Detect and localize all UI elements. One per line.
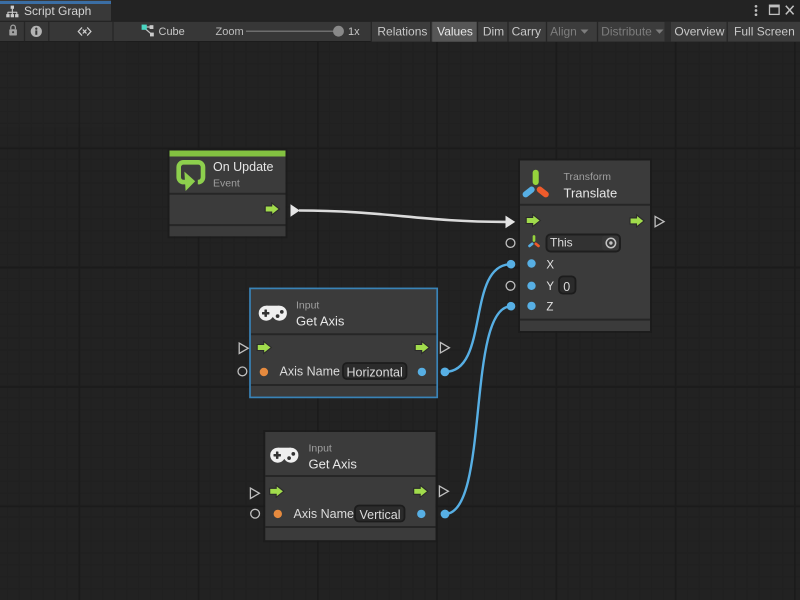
svg-text:Input: Input [296, 299, 319, 311]
svg-text:Get Axis: Get Axis [309, 456, 358, 471]
svg-text:Z: Z [546, 301, 553, 313]
svg-text:0: 0 [563, 280, 570, 294]
svg-text:Relations: Relations [377, 24, 427, 38]
svg-text:This: This [550, 236, 573, 250]
svg-text:Zoom: Zoom [216, 26, 244, 38]
svg-text:Vertical: Vertical [360, 508, 401, 522]
svg-text:On Update: On Update [213, 160, 274, 174]
svg-text:Translate: Translate [564, 185, 618, 200]
svg-text:Cube: Cube [159, 26, 185, 38]
svg-text:Carry: Carry [512, 24, 541, 38]
svg-text:Y: Y [546, 281, 554, 293]
svg-text:Axis Name: Axis Name [280, 364, 340, 378]
svg-text:Horizontal: Horizontal [347, 366, 403, 380]
svg-text:Align: Align [550, 24, 577, 38]
svg-text:Values: Values [437, 24, 473, 38]
svg-text:Script Graph: Script Graph [24, 4, 91, 18]
svg-text:1x: 1x [348, 26, 360, 38]
svg-text:Event: Event [213, 178, 240, 190]
svg-text:X: X [546, 259, 554, 271]
svg-text:Get Axis: Get Axis [296, 313, 345, 328]
svg-text:Dim: Dim [483, 24, 504, 38]
svg-text:Distribute: Distribute [601, 24, 652, 38]
svg-text:Overview: Overview [674, 24, 724, 38]
svg-text:Transform: Transform [564, 171, 612, 183]
svg-text:Full Screen: Full Screen [734, 24, 795, 38]
svg-text:Input: Input [309, 442, 332, 454]
svg-text:Axis Name: Axis Name [294, 507, 354, 521]
